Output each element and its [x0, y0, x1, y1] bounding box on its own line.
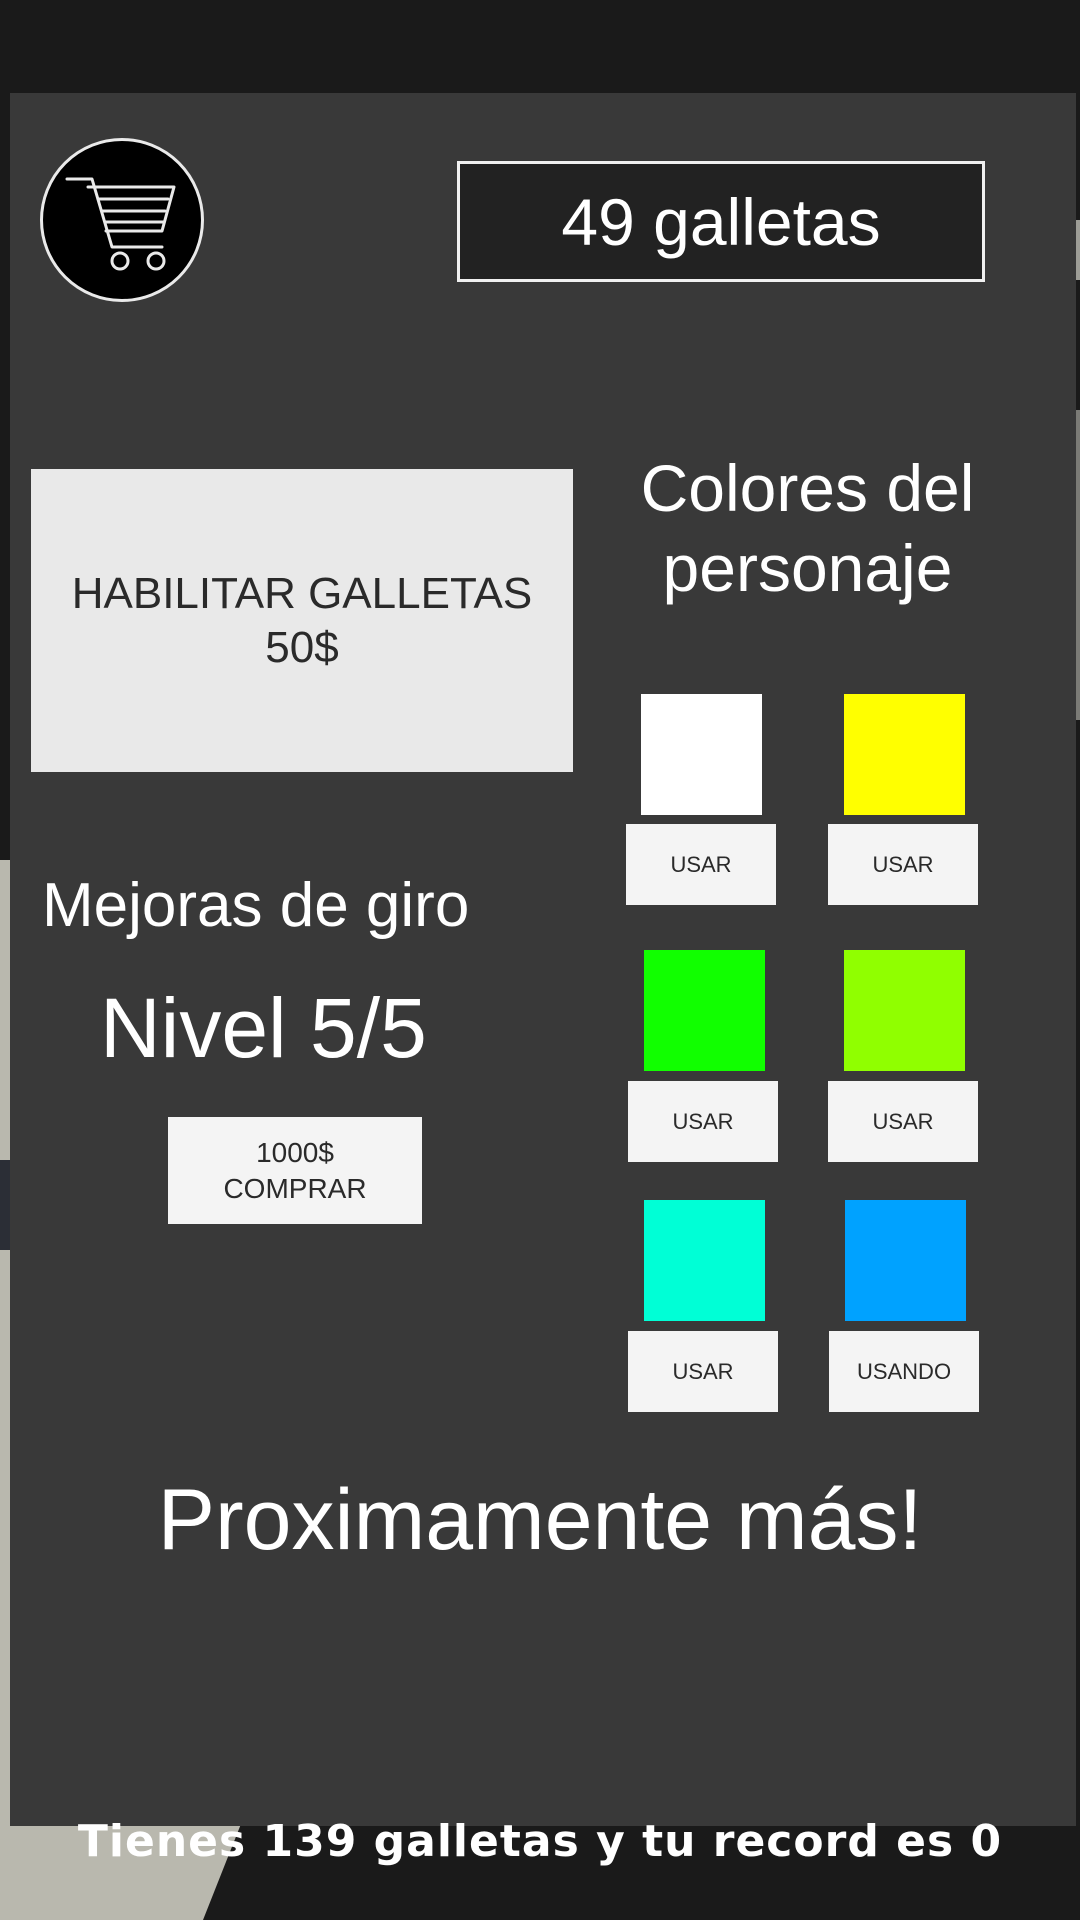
use-color-button[interactable]: USAR [828, 1081, 978, 1162]
enable-cookies-price: 50$ [265, 622, 339, 672]
cookie-count-text: 49 galletas [561, 184, 881, 259]
color-swatch-green [644, 950, 765, 1071]
color-swatch-lime [844, 950, 965, 1071]
spin-upgrade-level: Nivel 5/5 [100, 981, 427, 1075]
character-colors-title: Colores del personaje [640, 451, 975, 605]
color-swatch-yellow [844, 694, 965, 815]
color-swatch-blue [845, 1200, 966, 1321]
cookie-record-status: Tienes 139 galletas y tu record es 0 [77, 1816, 1003, 1867]
color-swatch-white [641, 694, 762, 815]
shopping-cart-icon [65, 177, 176, 271]
use-color-button[interactable]: USAR [628, 1081, 778, 1162]
use-color-button[interactable]: USAR [626, 824, 776, 905]
use-color-button[interactable]: USAR [828, 824, 978, 905]
coming-soon-text: Proximamente más! [157, 1472, 923, 1568]
spin-upgrade-price: 1000$ [256, 1136, 334, 1168]
use-color-button[interactable]: USAR [628, 1331, 778, 1412]
enable-cookies-label: HABILITAR GALLETAS [71, 568, 533, 618]
cookie-counter: 49 galletas [457, 161, 985, 282]
using-color-button[interactable]: USANDO [829, 1331, 979, 1412]
buy-spin-upgrade-button[interactable]: 1000$ COMPRAR [168, 1117, 422, 1224]
spin-upgrades-title: Mejoras de giro [42, 871, 470, 940]
enable-cookies-button[interactable]: HABILITAR GALLETAS 50$ [31, 469, 573, 772]
color-swatch-cyan [644, 1200, 765, 1321]
shop-cart-button[interactable] [40, 138, 204, 302]
buy-label: COMPRAR [223, 1172, 367, 1204]
